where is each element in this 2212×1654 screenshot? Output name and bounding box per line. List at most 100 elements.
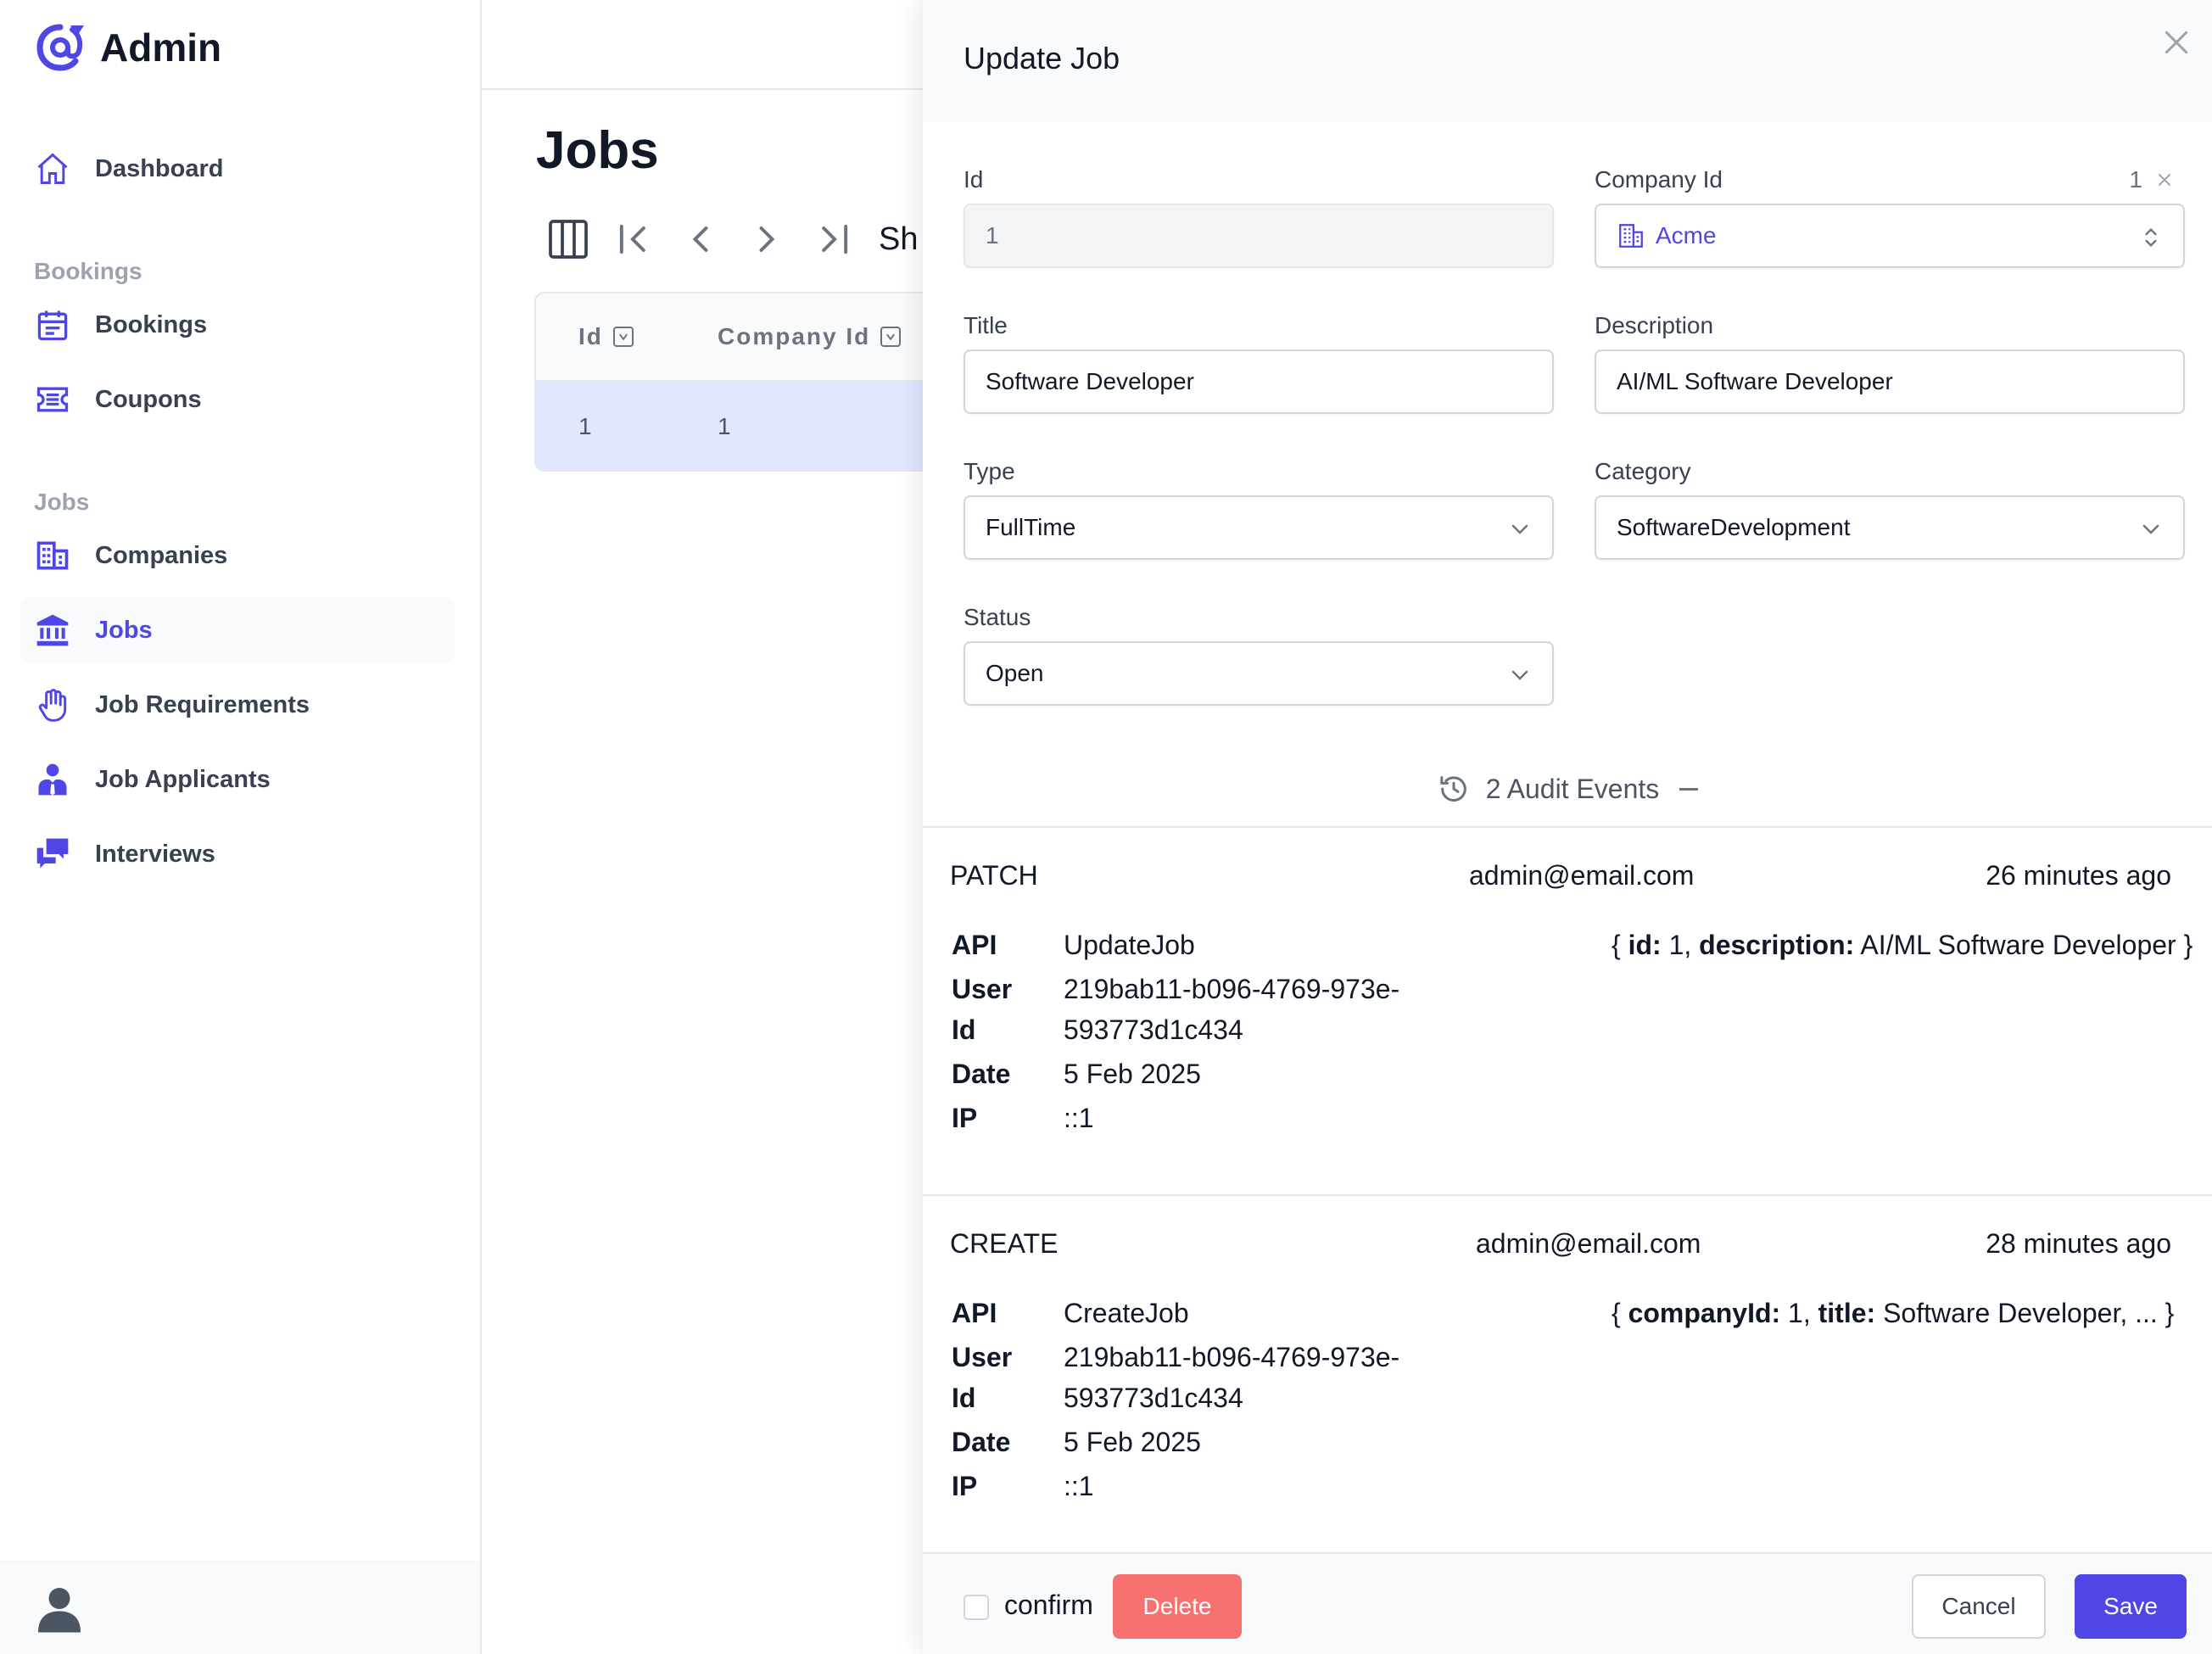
cell-id: 1 — [578, 413, 592, 439]
audit-api: CreateJob — [1064, 1298, 1189, 1328]
previous-page-icon[interactable] — [675, 214, 726, 265]
sidebar-item-jobs[interactable]: Jobs — [20, 597, 455, 663]
audit-key-api: API — [952, 1298, 997, 1328]
sidebar-item-coupons[interactable]: Coupons — [20, 366, 455, 433]
sidebar-item-dashboard[interactable]: Dashboard — [20, 136, 455, 202]
chevron-down-icon — [1506, 662, 1533, 689]
sidebar-item-label: Jobs — [95, 616, 153, 644]
title-label: Title — [964, 312, 1008, 338]
body-close: } — [2176, 930, 2193, 960]
title-value: Software Developer — [986, 368, 1194, 394]
delete-button[interactable]: Delete — [1113, 1574, 1242, 1639]
audit-user-id-line1: 219bab11-b096-4769-973e- — [1064, 1342, 1400, 1372]
audit-ip: ::1 — [1064, 1103, 1094, 1133]
column-label: Company Id — [718, 323, 871, 349]
column-header-id[interactable]: Id — [578, 323, 718, 350]
clear-icon[interactable] — [2154, 170, 2175, 190]
sidebar-item-interviews[interactable]: Interviews — [20, 821, 455, 887]
category-select[interactable]: SoftwareDevelopment — [1595, 495, 2185, 560]
audit-event-header: CREATE admin@email.com 28 minutes ago — [950, 1228, 2171, 1271]
audit-events-label: 2 Audit Events — [1485, 773, 1660, 804]
company-id-number: 1 — [2129, 166, 2142, 193]
next-page-icon[interactable] — [741, 214, 792, 265]
divider — [923, 826, 2212, 828]
id-field: 1 — [964, 204, 1554, 268]
type-label: Type — [964, 458, 1015, 484]
column-label: Id — [578, 323, 603, 349]
company-lookup-value: Acme — [1656, 222, 1717, 249]
body-value: AI/ML Software Developer — [1854, 930, 2176, 960]
panel-title: Update Job — [964, 41, 1120, 75]
chat-icon — [34, 835, 71, 873]
chevron-down-icon — [1506, 516, 1533, 543]
sidebar-item-companies[interactable]: Companies — [20, 522, 455, 589]
sidebar: Admin Dashboard Bookings Bookings Coupon… — [0, 0, 482, 1654]
chevron-up-down-icon — [2137, 224, 2165, 251]
update-job-panel: Update Job Id 1 Company Id 1 Acme Title … — [923, 0, 2212, 1654]
body-open: { — [1612, 1298, 1621, 1328]
audit-key-user: User — [952, 974, 1013, 1004]
audit-ip: ::1 — [1064, 1471, 1094, 1501]
calendar-icon — [34, 306, 71, 344]
table-row[interactable]: 1 1 — [536, 382, 957, 470]
body-key: id: — [1628, 930, 1662, 960]
user-tie-icon — [34, 761, 71, 798]
description-input[interactable]: AI/ML Software Developer — [1595, 349, 2185, 414]
company-lookup[interactable]: Acme — [1595, 204, 2185, 268]
sidebar-item-job-applicants[interactable]: Job Applicants — [20, 746, 455, 813]
type-select[interactable]: FullTime — [964, 495, 1554, 560]
close-button[interactable] — [2156, 22, 2197, 63]
audit-key-id: Id — [952, 1014, 976, 1045]
columns-icon[interactable] — [543, 214, 594, 265]
sidebar-item-label: Job Applicants — [95, 765, 271, 793]
grid-header: Id Company Id — [536, 293, 957, 382]
panel-footer: confirm Delete Cancel Save — [923, 1552, 2212, 1654]
audit-key-ip: IP — [952, 1103, 978, 1133]
audit-body: { id: 1, description: AI/ML Software Dev… — [1612, 930, 2192, 961]
sidebar-item-label: Dashboard — [95, 154, 224, 182]
body-key: companyId: — [1620, 1298, 1781, 1328]
cancel-button[interactable]: Cancel — [1912, 1574, 2046, 1639]
title-input[interactable]: Software Developer — [964, 349, 1554, 414]
save-button[interactable]: Save — [2075, 1574, 2187, 1639]
nav-section-bookings: Bookings — [34, 258, 142, 284]
filter-icon[interactable] — [612, 327, 634, 347]
sidebar-footer — [0, 1561, 480, 1654]
body-key: description: — [1691, 930, 1855, 960]
audit-time: 28 minutes ago — [1986, 1228, 2171, 1259]
audit-key-api: API — [952, 930, 997, 960]
panel-header: Update Job — [923, 0, 2212, 122]
confirm-label[interactable]: confirm — [1004, 1590, 1093, 1621]
close-icon — [2165, 31, 2188, 54]
audit-key-date: Date — [952, 1427, 1011, 1457]
body-value: 1, — [1780, 1298, 1811, 1328]
brand[interactable]: Admin — [32, 22, 221, 73]
audit-user-id-line2: 593773d1c434 — [1064, 1383, 1243, 1413]
sidebar-item-bookings[interactable]: Bookings — [20, 292, 455, 358]
audit-date: 5 Feb 2025 — [1064, 1059, 1201, 1089]
filter-icon[interactable] — [880, 327, 902, 347]
sidebar-item-label: Interviews — [95, 840, 215, 868]
id-label: Id — [964, 166, 984, 193]
type-value: FullTime — [986, 514, 1076, 540]
id-value: 1 — [986, 222, 999, 249]
status-label: Status — [964, 604, 1031, 630]
body-close: } — [2157, 1298, 2175, 1328]
body-open: { — [1612, 930, 1621, 960]
audit-events-toggle[interactable]: 2 Audit Events — [923, 772, 2212, 806]
status-select[interactable]: Open — [964, 641, 1554, 706]
home-icon — [34, 150, 71, 187]
last-page-icon[interactable] — [807, 214, 858, 265]
audit-key-ip: IP — [952, 1471, 978, 1501]
audit-api: UpdateJob — [1064, 930, 1195, 960]
sidebar-item-job-requirements[interactable]: Job Requirements — [20, 672, 455, 738]
avatar[interactable] — [34, 1584, 85, 1634]
body-value: Software Developer, ... — [1875, 1298, 2158, 1328]
cell-company-id: 1 — [718, 413, 731, 439]
divider — [923, 1194, 2212, 1196]
jobs-grid: Id Company Id 1 1 — [534, 292, 958, 472]
first-page-icon[interactable] — [609, 214, 660, 265]
confirm-checkbox[interactable] — [964, 1595, 989, 1620]
bank-icon — [34, 612, 71, 649]
column-header-company-id[interactable]: Company Id — [718, 323, 902, 350]
